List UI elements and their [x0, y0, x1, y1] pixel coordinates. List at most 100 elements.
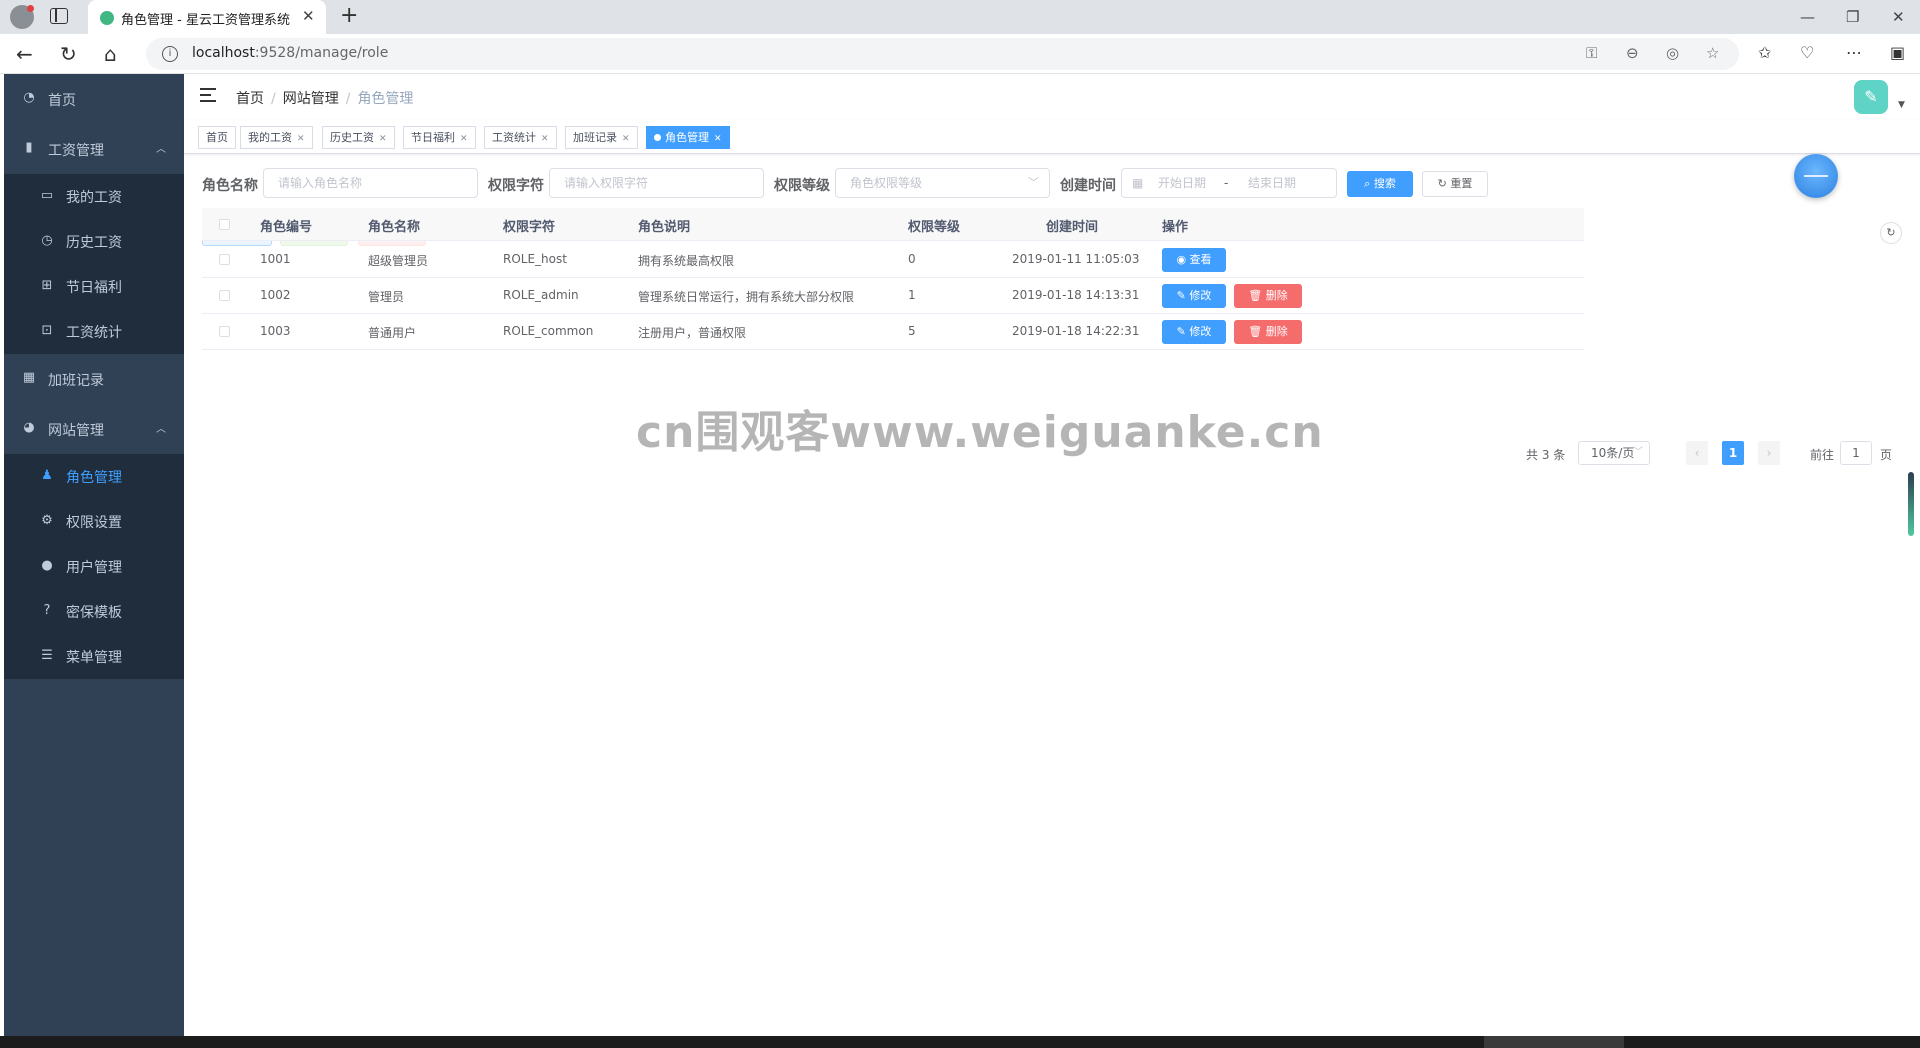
tag-label: 工资统计 — [492, 131, 536, 144]
button-label: 重置 — [1450, 177, 1473, 190]
caret-down-icon[interactable]: ▼ — [1898, 100, 1905, 110]
close-icon[interactable]: ✕ — [297, 134, 305, 144]
start-date-input[interactable]: 开始日期 — [1158, 169, 1206, 197]
active-dot — [654, 134, 661, 141]
address-bar[interactable]: i localhost:9528/manage/role ⚿ ⊖ ◎ ☆ — [146, 38, 1739, 70]
sidebar-toggle-icon[interactable]: ▣ — [1890, 43, 1905, 62]
floating-widget-icon[interactable] — [1794, 154, 1838, 198]
sidebar-item-user-manage[interactable]: ● 用户管理 — [4, 544, 184, 589]
tag-overtime[interactable]: 加班记录 ✕ — [565, 126, 638, 149]
close-tab-icon[interactable]: ✕ — [302, 7, 315, 25]
created-time-label: 创建时间 — [1060, 178, 1116, 194]
placeholder: 请输入角色名称 — [278, 176, 363, 190]
breadcrumb-item[interactable]: 网站管理 — [283, 91, 339, 107]
key-icon[interactable]: ⚿ — [1586, 44, 1597, 62]
column-header: 角色名称 — [368, 220, 421, 235]
new-tab-icon[interactable]: + — [340, 3, 358, 28]
sidebar-item-home[interactable]: ◔ 首页 — [4, 74, 184, 124]
tag-history-salary[interactable]: 历史工资 ✕ — [322, 126, 395, 149]
close-icon[interactable]: ✕ — [541, 134, 549, 144]
edit-row-button[interactable]: ✎ 修改 — [1162, 320, 1226, 344]
close-icon[interactable]: ✕ — [379, 134, 387, 144]
sidebar-item-role-manage[interactable]: ♟ 角色管理 — [4, 454, 184, 499]
perm-level-select[interactable]: 角色权限等级 ﹀ — [835, 168, 1050, 198]
prev-page-button[interactable]: ‹ — [1686, 441, 1708, 465]
row-checkbox[interactable] — [219, 290, 230, 301]
hamburger-menu-icon[interactable] — [200, 88, 216, 102]
goto-page-input[interactable]: 1 — [1840, 441, 1872, 465]
tab-actions-icon[interactable] — [50, 8, 68, 24]
row-checkbox[interactable] — [219, 326, 230, 337]
scrollbar[interactable] — [1908, 472, 1914, 536]
table-row: 1003 普通用户 ROLE_common 注册用户，普通权限 5 2019-0… — [202, 314, 1584, 350]
edit-icon: ✎ — [1176, 325, 1186, 338]
reload-icon[interactable]: ↻ — [60, 42, 77, 66]
more-menu-icon[interactable]: ⋯ — [1846, 43, 1862, 62]
favorite-star-icon[interactable]: ☆ — [1706, 44, 1719, 62]
tag-holiday-benefit[interactable]: 节日福利 ✕ — [403, 126, 476, 149]
date-range-picker[interactable]: ▦ 开始日期 - 结束日期 — [1121, 168, 1337, 198]
page-size-select[interactable]: 10条/页 ﹀ — [1578, 441, 1650, 465]
search-button[interactable]: ⌕ 搜索 — [1347, 171, 1413, 197]
gear-icon: ⚙ — [41, 513, 53, 528]
sidebar-item-overtime[interactable]: ▦ 加班记录 — [4, 354, 184, 404]
column-header: 角色编号 — [260, 220, 313, 235]
browser-tab-active[interactable]: 角色管理 - 星云工资管理系统 ✕ — [88, 0, 326, 34]
zoom-out-icon[interactable]: ⊖ — [1626, 44, 1639, 62]
sidebar-item-my-salary[interactable]: ▭ 我的工资 — [4, 174, 184, 219]
translate-icon[interactable]: ◎ — [1666, 44, 1679, 62]
refresh-table-icon[interactable]: ↻ — [1880, 222, 1902, 244]
gift-icon: ⊞ — [41, 278, 53, 293]
sidebar-item-salary-stats[interactable]: ⊡ 工资统计 — [4, 309, 184, 354]
tag-salary-stats[interactable]: 工资统计 ✕ — [484, 126, 557, 149]
edit-row-button[interactable]: ✎ 修改 — [1162, 284, 1226, 308]
end-date-input[interactable]: 结束日期 — [1248, 169, 1296, 197]
favorites-icon[interactable]: ✩ — [1758, 43, 1771, 62]
page-unit-label: 页 — [1880, 448, 1893, 462]
row-checkbox[interactable] — [219, 254, 230, 265]
cell-role-level: 0 — [908, 252, 916, 266]
site-info-icon[interactable]: i — [162, 46, 178, 62]
minimize-icon[interactable]: — — [1800, 8, 1815, 26]
restore-icon[interactable]: ❐ — [1846, 8, 1859, 26]
close-icon[interactable]: ✕ — [460, 134, 468, 144]
tag-role-manage[interactable]: 角色管理 ✕ — [646, 126, 730, 149]
delete-row-button[interactable]: 🗑 删除 — [1234, 320, 1302, 344]
page-number-button[interactable]: 1 — [1722, 441, 1744, 465]
next-page-button[interactable]: › — [1758, 441, 1780, 465]
tag-label: 角色管理 — [665, 131, 709, 144]
breadcrumb-item[interactable]: 首页 — [236, 91, 264, 107]
avatar[interactable]: ✎ — [1854, 80, 1888, 114]
edit-icon: ✎ — [1176, 289, 1186, 302]
cell-role-id: 1003 — [260, 324, 291, 338]
column-header: 权限字符 — [503, 220, 556, 235]
eye-icon: ◉ — [1176, 253, 1187, 266]
back-icon[interactable]: ← — [16, 42, 33, 66]
search-icon: ⌕ — [1364, 177, 1371, 190]
calendar-icon: ▦ — [22, 370, 36, 385]
cell-role-level: 1 — [908, 288, 916, 302]
perm-char-input[interactable]: 请输入权限字符 — [549, 168, 764, 198]
home-icon[interactable]: ⌂ — [104, 42, 117, 66]
tag-home[interactable]: 首页 — [198, 126, 236, 149]
tag-my-salary[interactable]: 我的工资 ✕ — [240, 126, 313, 149]
sidebar-item-history-salary[interactable]: ◷ 历史工资 — [4, 219, 184, 264]
sidebar-group-salary[interactable]: ▮ 工资管理 ︿ — [4, 124, 184, 174]
sidebar-item-holiday-benefit[interactable]: ⊞ 节日福利 — [4, 264, 184, 309]
cell-role-desc: 管理系统日常运行，拥有系统大部分权限 — [638, 290, 855, 304]
sidebar: ◔ 首页 ▮ 工资管理 ︿ ▭ 我的工资 ◷ 历史工资 ⊞ 节日福利 ⊡ 工资统… — [4, 74, 184, 1036]
browser-essentials-icon[interactable]: ♡ — [1800, 43, 1814, 62]
url-text[interactable]: localhost:9528/manage/role — [192, 45, 388, 61]
sidebar-item-security-template[interactable]: ? 密保模板 — [4, 589, 184, 634]
sidebar-group-site[interactable]: ◕ 网站管理 ︿ — [4, 404, 184, 454]
close-icon[interactable]: ✕ — [622, 134, 630, 144]
reset-button[interactable]: ↻ 重置 — [1422, 171, 1488, 197]
delete-row-button[interactable]: 🗑 删除 — [1234, 284, 1302, 308]
window-close-icon[interactable]: ✕ — [1892, 8, 1905, 26]
role-name-input[interactable]: 请输入角色名称 — [263, 168, 478, 198]
view-button[interactable]: ◉ 查看 — [1162, 248, 1226, 272]
sidebar-item-menu-manage[interactable]: ☰ 菜单管理 — [4, 634, 184, 679]
sidebar-item-permission-settings[interactable]: ⚙ 权限设置 — [4, 499, 184, 544]
close-icon[interactable]: ✕ — [714, 134, 722, 144]
select-all-checkbox[interactable] — [219, 219, 230, 230]
